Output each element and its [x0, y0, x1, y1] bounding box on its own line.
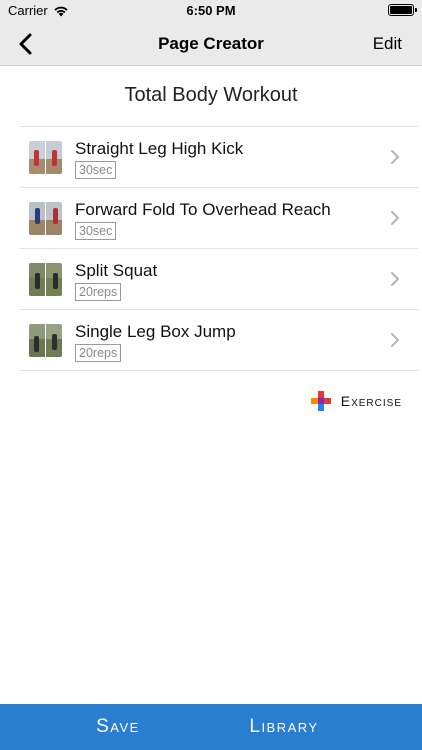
exercise-thumbnail — [29, 141, 62, 174]
exercise-thumbnail — [29, 324, 62, 357]
battery-icon — [388, 4, 417, 16]
exercise-thumbnail — [29, 202, 62, 235]
exercise-amount: 20reps — [75, 283, 122, 301]
exercise-row[interactable]: Single Leg Box Jump 20reps — [20, 310, 418, 371]
page-title: Total Body Workout — [124, 84, 298, 106]
exercise-name: Straight Leg High Kick — [75, 139, 244, 158]
nav-bar: Page Creator Edit — [0, 22, 422, 66]
exercise-amount: 30sec — [75, 161, 117, 179]
exercise-thumbnail — [29, 263, 62, 296]
edit-button[interactable]: Edit — [373, 34, 402, 54]
exercise-row[interactable]: Split Squat 20reps — [20, 249, 418, 310]
chevron-right-icon — [391, 333, 399, 347]
add-exercise-button[interactable]: Exercise — [310, 391, 402, 411]
exercise-row[interactable]: Forward Fold To Overhead Reach 30sec — [20, 188, 418, 249]
exercise-name: Split Squat — [75, 261, 158, 280]
exercise-list: Straight Leg High Kick 30sec Forward Fol… — [20, 126, 418, 371]
status-time: 6:50 PM — [186, 3, 236, 18]
exercise-name: Forward Fold To Overhead Reach — [75, 200, 331, 219]
status-bar: Carrier 6:50 PM — [0, 0, 422, 22]
exercise-row[interactable]: Straight Leg High Kick 30sec — [20, 127, 418, 188]
chevron-right-icon — [391, 272, 399, 286]
chevron-right-icon — [391, 150, 399, 164]
exercise-amount: 20reps — [75, 344, 122, 362]
library-button[interactable]: Library — [186, 704, 382, 750]
color-plus-icon — [310, 391, 331, 411]
chevron-right-icon — [391, 211, 399, 225]
screen: Carrier 6:50 PM Page Creator Edit Total … — [0, 0, 422, 750]
exercise-name: Single Leg Box Jump — [75, 322, 236, 341]
bottom-bar: Save Library — [0, 704, 422, 750]
add-exercise-label: Exercise — [340, 393, 402, 409]
nav-title: Page Creator — [158, 34, 264, 53]
exercise-amount: 30sec — [75, 222, 117, 240]
